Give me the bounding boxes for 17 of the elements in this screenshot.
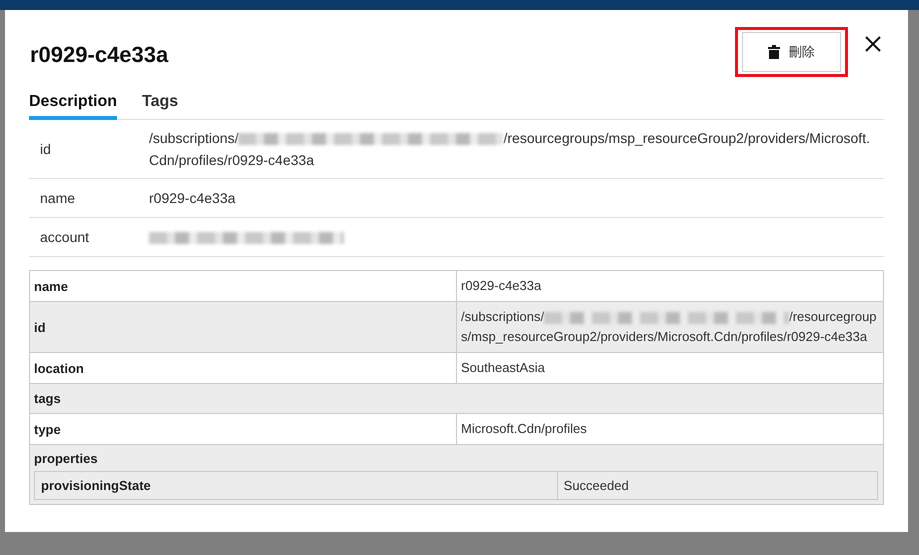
tab[interactable]: Tags (142, 87, 178, 120)
dialog-title: r0929-c4e33a (30, 42, 170, 68)
tab[interactable]: Description (29, 87, 118, 120)
field-label: account (39, 229, 90, 245)
key-cell: provisioningState (34, 472, 558, 500)
value-text: r0929-c4e33a (149, 189, 236, 208)
key-cell-text: properties (34, 450, 99, 468)
key-cell: name (30, 270, 456, 302)
value-text: /subscriptions/ /resourcegroups/msp_resourceGroup2/providers/Microsoft.Cdn/profiles/r0929-c4e33a (149, 129, 871, 170)
value-cell: Succeeded (557, 472, 878, 500)
trash-icon (768, 45, 780, 59)
field-label: name (39, 190, 76, 206)
value-cell: r0929-c4e33a (456, 270, 884, 302)
close-icon (864, 35, 882, 53)
value-cell: /subscriptions/ /resourcegroups/msp_resourceGroup2/providers/Microsoft.Cdn/profiles/r0929-c4e33a (456, 302, 884, 352)
field-label: id (39, 141, 52, 157)
delete-button[interactable]: 刪除 (742, 32, 841, 72)
